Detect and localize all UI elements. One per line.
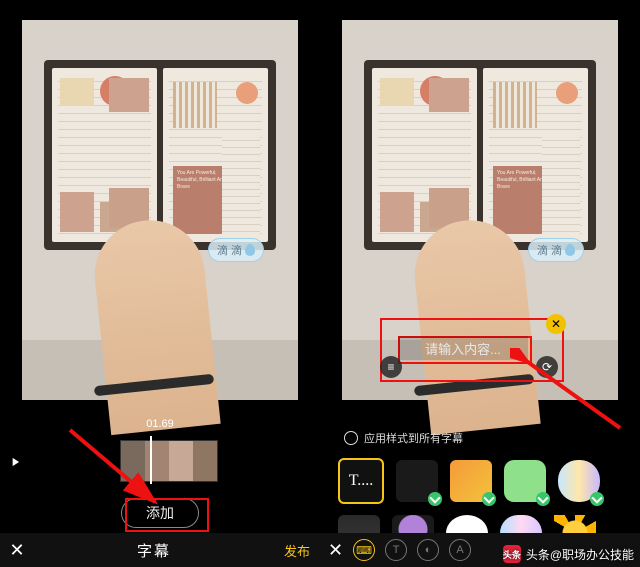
apply-style-all[interactable]: 应用样式到所有字幕 [344,430,463,446]
tab-keyboard-icon[interactable]: ⌨ [353,539,375,561]
timeline-thumbnails[interactable] [120,440,218,482]
screenshot-left: You Are Powerful, Beautiful, Brilliant A… [0,0,320,567]
download-icon [482,492,496,506]
caption-input[interactable]: 请输入内容... [398,336,528,360]
watermark: 头条 头条@职场办公技能 [503,545,634,563]
sticker-text: 滴 滴 [537,242,562,258]
bottom-bar: ✕ 字幕 发布 [0,533,320,567]
tab-font-icon[interactable]: T [385,539,407,561]
style-row-1: T.... [338,450,640,512]
radio-icon [344,431,358,445]
screenshot-right: You Are Powerful, Beautiful, Brilliant A… [320,0,640,567]
caption-rotate-handle[interactable]: ⟳ [536,356,558,378]
download-icon [428,492,442,506]
caption-close-button[interactable]: ✕ [546,314,566,334]
close-button[interactable]: ✕ [0,540,34,561]
download-icon [590,492,604,506]
video-preview[interactable]: You Are Powerful, Beautiful, Brilliant A… [22,20,298,400]
download-icon [536,492,550,506]
water-drop-icon [245,244,255,256]
sticker-didi: 滴 滴 [528,238,584,262]
tab-style-icon[interactable]: A [449,539,471,561]
sticker-didi: 滴 滴 [208,238,264,262]
timecode: 01.69 [0,418,320,430]
timeline-cursor[interactable] [150,436,152,484]
style-bubble-green[interactable] [504,460,546,502]
water-drop-icon [565,244,575,256]
tab-palette-icon[interactable]: ◐ [417,539,439,561]
bottom-title: 字幕 [34,540,274,561]
apply-style-all-label: 应用样式到所有字幕 [364,430,463,446]
style-neon[interactable] [396,460,438,502]
add-subtitle-button[interactable]: 添加 [121,498,199,528]
style-plain-text[interactable]: T.... [338,458,384,504]
caption-menu-handle[interactable]: ≡ [380,356,402,378]
watermark-text: 头条@职场办公技能 [526,546,634,563]
publish-button[interactable]: 发布 [274,541,320,560]
sticker-text: 滴 滴 [217,242,242,258]
toutiao-logo-icon: 头条 [503,545,521,563]
close-button[interactable]: ✕ [328,540,343,561]
style-rainbow-pill[interactable] [558,460,600,502]
play-button[interactable] [8,455,22,472]
style-bubble-orange[interactable] [450,460,492,502]
